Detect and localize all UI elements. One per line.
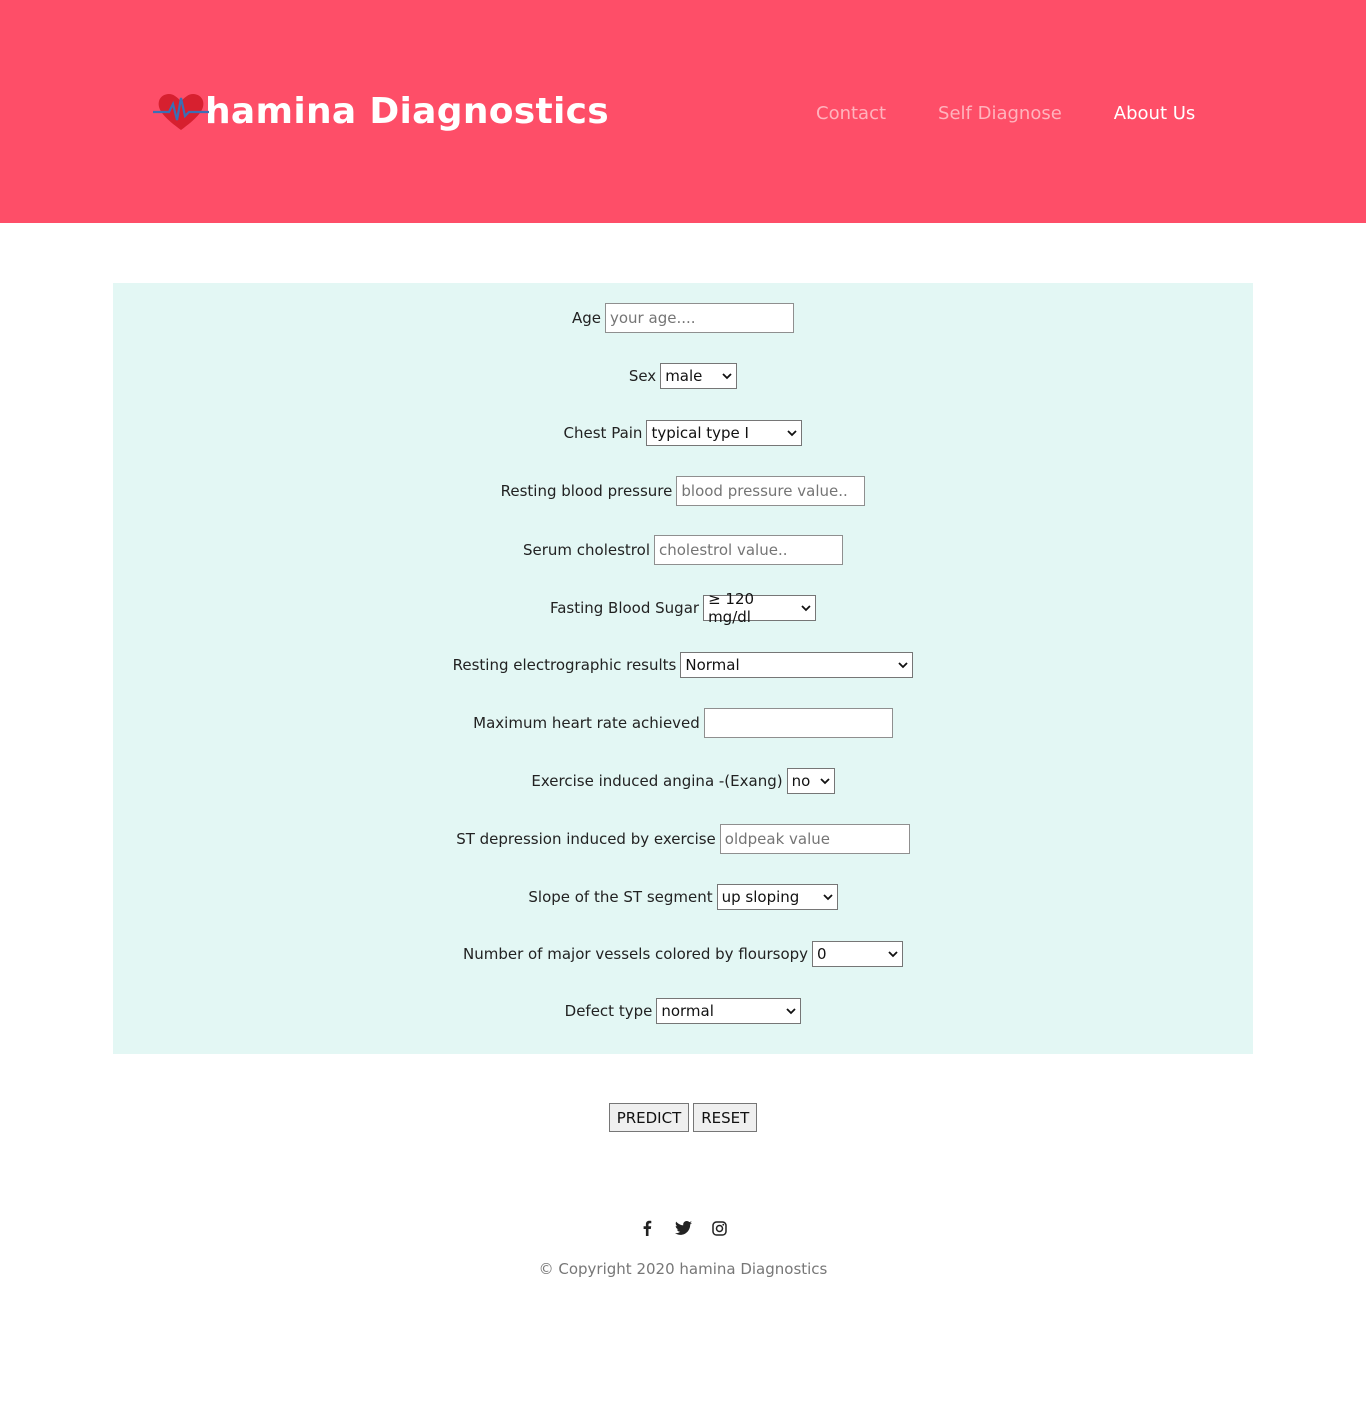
ca-row: Number of major vessels colored by flour… — [113, 939, 1253, 969]
facebook-icon[interactable] — [638, 1219, 656, 1237]
instagram-icon[interactable] — [710, 1219, 728, 1237]
chevron-down-icon — [888, 951, 898, 958]
heart-pulse-icon — [153, 86, 209, 136]
chevron-down-icon — [786, 1008, 796, 1015]
copyright-text: © Copyright 2020 hamina Diagnostics — [538, 1260, 828, 1278]
sex-row: Sex male — [113, 361, 1253, 391]
thalach-label: Maximum heart rate achieved — [473, 714, 700, 732]
age-input[interactable] — [605, 303, 794, 333]
sex-selected-value: male — [665, 367, 703, 385]
fbs-select[interactable]: ≥ 120 mg/dl — [703, 590, 817, 626]
age-label: Age — [571, 309, 601, 327]
resting-bp-label: Resting blood pressure — [500, 482, 673, 500]
diagnosis-form: Age Sex male Chest Pain typical type I R… — [113, 283, 1253, 1054]
chevron-down-icon — [722, 373, 732, 380]
nav-about-us[interactable]: About Us — [1114, 103, 1196, 124]
predict-button[interactable]: PREDICT — [608, 1103, 690, 1132]
exang-row: Exercise induced angina -(Exang) no — [113, 766, 1253, 796]
nav-self-diagnose[interactable]: Self Diagnose — [938, 103, 1062, 124]
restecg-label: Resting electrographic results — [452, 656, 677, 674]
social-links — [0, 1219, 1366, 1237]
restecg-select[interactable]: Normal — [680, 652, 914, 678]
chevron-down-icon — [822, 894, 833, 901]
serum-chol-input[interactable] — [654, 535, 843, 565]
serum-chol-label: Serum cholestrol — [522, 541, 650, 559]
reset-button[interactable]: RESET — [693, 1103, 758, 1132]
thal-selected-value: normal — [661, 1002, 714, 1020]
fbs-label: Fasting Blood Sugar — [549, 599, 700, 617]
site-header: hamina Diagnostics Contact Self Diagnose… — [0, 0, 1366, 223]
ca-selected-value: 0 — [817, 945, 827, 963]
slope-row: Slope of the ST segment up sloping — [113, 882, 1253, 912]
exang-select[interactable]: no — [786, 768, 835, 794]
fbs-selected-value: ≥ 120 mg/dl — [708, 590, 755, 626]
thal-label: Defect type — [564, 1002, 653, 1020]
chest-pain-selected-value: typical type I — [651, 424, 749, 442]
oldpeak-row: ST depression induced by exercise — [113, 824, 1253, 854]
sex-select[interactable]: male — [660, 363, 738, 389]
exang-label: Exercise induced angina -(Exang) — [531, 772, 783, 790]
restecg-row: Resting electrographic results Normal — [113, 650, 1253, 680]
brand-name: hamina Diagnostics — [205, 90, 610, 132]
slope-select[interactable]: up sloping — [716, 884, 838, 910]
nav-contact[interactable]: Contact — [816, 103, 886, 124]
slope-selected-value: up sloping — [721, 888, 800, 906]
resting-bp-row: Resting blood pressure — [113, 476, 1253, 506]
fbs-row: Fasting Blood Sugar ≥ 120 mg/dl — [113, 590, 1253, 626]
ca-select[interactable]: 0 — [812, 941, 904, 967]
chest-pain-row: Chest Pain typical type I — [113, 418, 1253, 448]
chevron-down-icon — [898, 662, 909, 669]
chevron-down-icon — [787, 430, 798, 437]
oldpeak-input[interactable] — [719, 824, 910, 854]
oldpeak-label: ST depression induced by exercise — [456, 830, 716, 848]
ca-label: Number of major vessels colored by flour… — [462, 945, 809, 963]
resting-bp-input[interactable] — [676, 476, 866, 506]
chevron-down-icon — [819, 778, 830, 785]
form-actions: PREDICT RESET — [0, 1103, 1366, 1132]
sex-label: Sex — [628, 367, 657, 385]
thalach-input[interactable] — [703, 708, 893, 738]
serum-chol-row: Serum cholestrol — [113, 535, 1253, 565]
chevron-down-icon — [801, 605, 811, 612]
exang-selected-value: no — [791, 772, 811, 790]
slope-label: Slope of the ST segment — [528, 888, 713, 906]
thal-row: Defect type normal — [113, 996, 1253, 1026]
twitter-icon[interactable] — [674, 1219, 692, 1237]
chest-pain-select[interactable]: typical type I — [646, 420, 803, 446]
thal-select[interactable]: normal — [656, 998, 802, 1024]
main-nav: Contact Self Diagnose About Us — [816, 100, 1195, 126]
thalach-row: Maximum heart rate achieved — [113, 708, 1253, 738]
age-row: Age — [113, 303, 1253, 333]
chest-pain-label: Chest Pain — [563, 424, 643, 442]
site-logo[interactable]: hamina Diagnostics — [153, 86, 609, 136]
restecg-selected-value: Normal — [685, 656, 740, 674]
